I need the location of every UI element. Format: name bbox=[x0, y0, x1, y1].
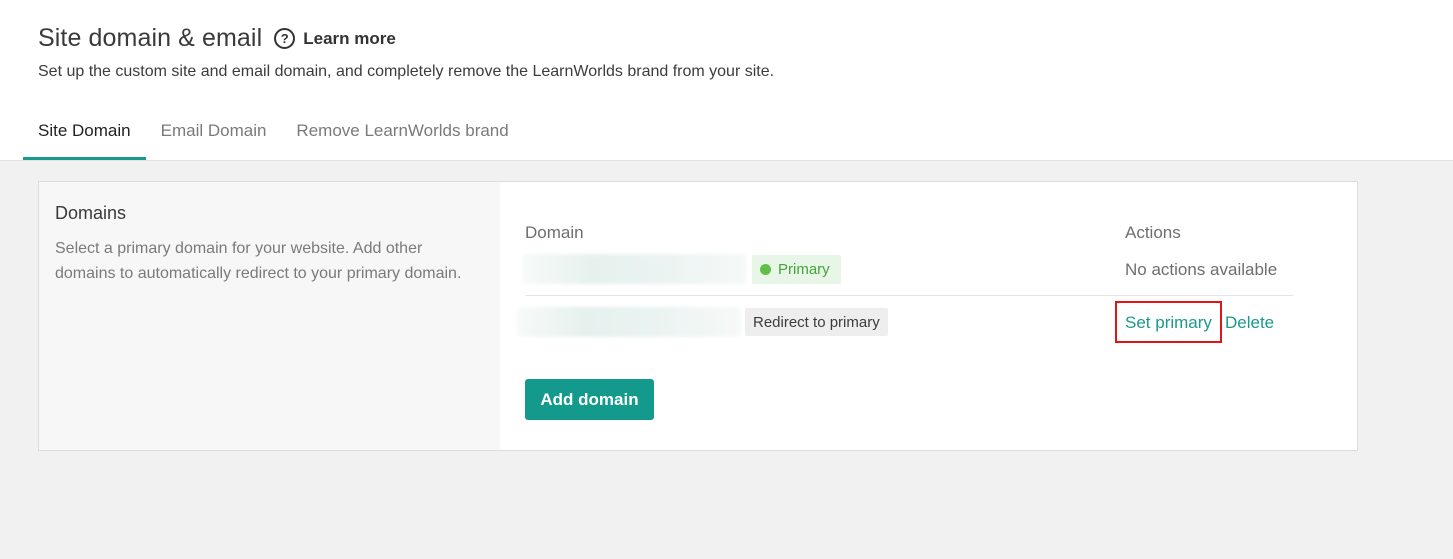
section-description: Select a primary domain for your website… bbox=[55, 240, 462, 282]
page-header: Site domain & email ? Learn more Set up … bbox=[0, 0, 1453, 161]
no-actions-text: No actions available bbox=[1125, 260, 1278, 279]
learn-more-label: Learn more bbox=[303, 28, 396, 48]
domains-info-panel: Domains Select a primary domain for your… bbox=[39, 182, 500, 450]
learn-more-link[interactable]: ? Learn more bbox=[274, 28, 396, 49]
tab-bar: Site Domain Email Domain Remove LearnWor… bbox=[23, 112, 524, 160]
help-circle-icon: ? bbox=[274, 28, 296, 49]
redirect-badge: Redirect to primary bbox=[745, 308, 888, 336]
green-dot-icon bbox=[760, 264, 771, 275]
title-row: Site domain & email ? Learn more bbox=[38, 24, 396, 53]
delete-link[interactable]: Delete bbox=[1225, 313, 1274, 333]
domain-column-header: Domain bbox=[525, 223, 584, 242]
page-title: Site domain & email bbox=[38, 24, 263, 52]
set-primary-link[interactable]: Set primary bbox=[1125, 313, 1212, 333]
domain-name-redacted bbox=[517, 307, 741, 337]
add-domain-button[interactable]: Add domain bbox=[525, 379, 654, 420]
primary-badge: Primary bbox=[752, 255, 841, 284]
tab-remove-brand[interactable]: Remove LearnWorlds brand bbox=[281, 112, 523, 160]
domains-card: Domains Select a primary domain for your… bbox=[38, 181, 1358, 451]
tab-email-domain[interactable]: Email Domain bbox=[146, 112, 282, 160]
primary-badge-label: Primary bbox=[778, 261, 830, 278]
domain-name-redacted bbox=[523, 254, 747, 284]
tab-site-domain[interactable]: Site Domain bbox=[23, 112, 146, 160]
page-subtitle: Set up the custom site and email domain,… bbox=[38, 63, 775, 80]
actions-column-header: Actions bbox=[1125, 223, 1181, 242]
section-title: Domains bbox=[55, 203, 127, 223]
row-divider bbox=[525, 295, 1293, 296]
